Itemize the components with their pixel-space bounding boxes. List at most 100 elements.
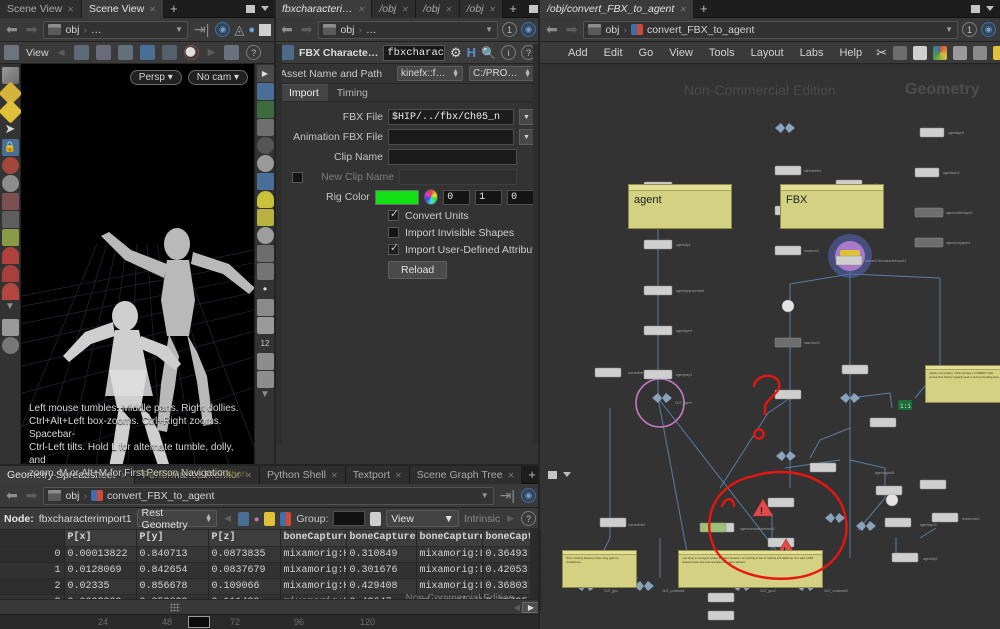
env-light-icon[interactable] <box>256 227 274 244</box>
spinner-icon[interactable]: ▲ ▼ <box>524 68 531 79</box>
step-back-icon[interactable]: ◀ <box>512 603 522 612</box>
close-icon[interactable]: ✕ <box>331 471 338 480</box>
eyedropper-icon[interactable] <box>256 317 274 334</box>
close-icon[interactable]: ✕ <box>401 5 408 14</box>
points-icon[interactable] <box>238 511 249 526</box>
detail-icon[interactable] <box>280 511 292 526</box>
tab-scene-view-2[interactable]: Scene View ✕ <box>81 0 164 18</box>
import-invisible-shapes-checkbox[interactable] <box>388 227 399 238</box>
info-icon[interactable]: i <box>501 45 516 60</box>
sticky-note-bottom-left[interactable]: This is working because of just using ag… <box>562 550 637 588</box>
asset-type-combo[interactable]: kinefx::f… ▲ ▼ <box>397 66 463 81</box>
magnet-point-icon[interactable] <box>1 283 19 300</box>
bulb-base-icon[interactable] <box>256 209 274 226</box>
tab-obj-2[interactable]: /obj ✕ <box>415 0 460 18</box>
spinner-icon[interactable]: ▲ ▼ <box>205 513 212 524</box>
chevron-down-icon[interactable]: ▼ <box>485 25 493 34</box>
point-icon[interactable]: • <box>257 281 274 298</box>
filter-icon[interactable] <box>370 511 382 526</box>
view-select[interactable]: View ▼ <box>386 510 459 527</box>
material-paint-icon[interactable] <box>256 263 274 280</box>
pin-icon[interactable]: ⇥| <box>498 487 517 504</box>
menu-help[interactable]: Help <box>831 47 870 59</box>
reload-button[interactable]: Reload <box>388 261 448 279</box>
light-icon[interactable]: ● <box>248 24 255 36</box>
add-tab-button[interactable]: + <box>164 0 184 17</box>
column-header-index[interactable] <box>0 530 65 547</box>
persp-selector[interactable]: Persp ▾ <box>129 70 182 85</box>
maximize-pane-icon[interactable] <box>246 4 255 13</box>
light-on-icon[interactable] <box>256 173 274 190</box>
chevron-down-icon[interactable]: ▼ <box>945 25 953 34</box>
shading-icon[interactable] <box>256 245 274 262</box>
lock-icon[interactable] <box>256 119 274 136</box>
material-icon[interactable] <box>259 23 271 36</box>
subtab-import[interactable]: Import <box>280 84 328 101</box>
table-row[interactable]: 1 0.0128069 0.842654 0.0837679 mixamorig… <box>0 562 541 579</box>
layout-icon[interactable] <box>224 45 240 60</box>
chevron-down-icon[interactable]: ▼ <box>443 513 453 525</box>
close-icon[interactable]: ✕ <box>679 5 686 14</box>
tab-obj-1[interactable]: /obj ✕ <box>372 0 416 18</box>
prev-icon[interactable]: ◀ <box>222 513 233 524</box>
pane-menu-icon[interactable] <box>562 472 571 477</box>
tab-scene-graph-tree[interactable]: Scene Graph Tree ✕ <box>409 466 523 484</box>
asset-path-combo[interactable]: C:/PRO… ▲ ▼ <box>469 66 535 81</box>
sync-icon[interactable]: ◉ <box>521 22 536 37</box>
color-grid-icon[interactable] <box>933 45 947 60</box>
gear-icon[interactable]: ⚙ <box>450 45 462 61</box>
sync-icon[interactable]: ◉ <box>981 22 996 37</box>
menu-go[interactable]: Go <box>631 47 662 59</box>
prims-icon[interactable] <box>264 511 276 526</box>
maximize-pane-icon[interactable] <box>528 4 538 13</box>
hand-12-icon[interactable] <box>256 371 274 388</box>
column-header-bonecapture-region-1[interactable]: boneCapture re <box>280 530 347 547</box>
menu-tools[interactable]: Tools <box>701 47 743 59</box>
tree-list-icon[interactable] <box>893 45 907 60</box>
clip-name-input[interactable] <box>388 149 517 165</box>
camera-selector[interactable]: No cam ▾ <box>187 70 248 85</box>
maximize-pane-icon[interactable] <box>971 4 980 13</box>
magnet-line-icon[interactable] <box>1 265 19 282</box>
close-icon[interactable]: ✕ <box>508 471 515 480</box>
brush-icon[interactable] <box>256 299 274 316</box>
forward-arrow-icon[interactable]: ➡ <box>24 21 40 38</box>
display-geo-icon[interactable]: ◬ <box>234 22 244 38</box>
network-canvas[interactable]: Non-Commercial Edition Geometry 1:1 ! ag… <box>540 68 1000 629</box>
sphere-collider-icon[interactable] <box>1 175 19 192</box>
lock-icon[interactable]: 🔒 <box>1 139 19 156</box>
rig-color-r-input[interactable]: 0 <box>443 189 471 205</box>
chevron-down-icon[interactable]: ▼ <box>481 491 489 500</box>
maximize-pane-icon[interactable] <box>547 470 557 479</box>
splitter-vertical-2[interactable] <box>538 0 540 629</box>
table-row[interactable]: 2 0.02335 0.856678 0.109066 mixamorig:H … <box>0 578 541 595</box>
new-clip-name-checkbox[interactable] <box>292 171 303 183</box>
column-header-py[interactable]: P[y] <box>136 530 209 547</box>
column-header-pz[interactable]: P[z] <box>208 530 281 547</box>
forward-arrow-icon[interactable]: ➡ <box>299 21 315 38</box>
import-user-defined-attributes-checkbox[interactable]: ✓ <box>388 242 399 255</box>
vertex-icon[interactable]: ● <box>254 514 259 524</box>
help-icon[interactable]: ? <box>246 45 262 60</box>
layout-nodes-icon[interactable] <box>973 45 987 60</box>
splitter-vertical-1[interactable] <box>274 0 276 466</box>
constraint-icon[interactable] <box>1 193 19 210</box>
magnet-icon[interactable] <box>1 247 19 264</box>
handle-tool-icon[interactable] <box>95 45 111 60</box>
eye-icon[interactable] <box>256 83 274 100</box>
menu-edit[interactable]: Edit <box>596 47 631 59</box>
pane-menu-icon[interactable] <box>986 6 994 11</box>
chevron-down-icon[interactable]: ▼ <box>175 25 183 34</box>
back-arrow-icon[interactable]: ⬅ <box>4 487 20 504</box>
menu-layout[interactable]: Layout <box>743 47 792 59</box>
ragdoll-icon[interactable] <box>1 211 19 228</box>
close-icon[interactable]: ✕ <box>395 471 402 480</box>
add-tab-button[interactable]: + <box>503 0 523 17</box>
path-input[interactable]: obj › convert_FBX_to_agent ▼ <box>583 20 958 39</box>
node-name-input[interactable]: fbxcharac <box>383 44 445 61</box>
tab-scene-view-1[interactable]: Scene View ✕ <box>0 0 82 18</box>
view-tool-icon[interactable] <box>4 45 19 60</box>
list-icon[interactable] <box>913 45 927 60</box>
sticky-note-fbx[interactable]: FBX <box>780 184 884 229</box>
forward-arrow-icon[interactable]: ➡ <box>24 487 40 504</box>
